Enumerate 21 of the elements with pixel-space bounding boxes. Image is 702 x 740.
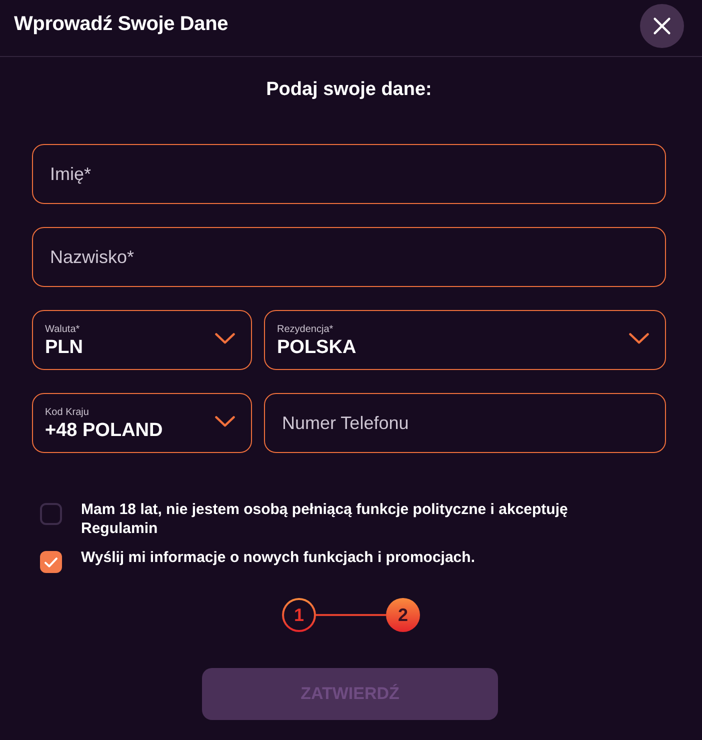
select-field[interactable]: Rezydencja* POLSKA — [264, 310, 666, 370]
chevron-down-icon — [629, 332, 649, 344]
close-button[interactable] — [640, 4, 684, 48]
select-field[interactable]: Kod Kraju +48 POLAND — [32, 393, 252, 453]
chevron-down-icon — [215, 332, 235, 344]
input-field[interactable]: Nazwisko* — [32, 227, 666, 287]
close-icon — [653, 17, 671, 35]
checkmark-icon — [44, 556, 58, 568]
checkbox[interactable] — [40, 503, 62, 525]
chevron-down-icon — [215, 416, 235, 426]
step-connector-line — [316, 614, 386, 616]
checkbox[interactable] — [40, 551, 62, 573]
checkbox-label: Mam 18 lat, nie jestem osobą pełniącą funkcje polityczne i akceptuję Regulamin — [81, 500, 569, 538]
input-field[interactable]: Imię* — [32, 144, 666, 204]
form-heading: Podaj swoje dane: — [265, 78, 433, 102]
input-field[interactable]: Numer Telefonu — [264, 393, 666, 453]
checkbox-label: Wyślij mi informacje o nowych funkcjach i promocjach. — [81, 548, 475, 567]
dialog-title: Wprowadź Swoje Dane — [14, 12, 228, 36]
select-field[interactable]: Waluta* PLN — [32, 310, 252, 370]
step-indicator: 2 — [386, 598, 420, 632]
step-indicator: 1 — [282, 598, 316, 632]
